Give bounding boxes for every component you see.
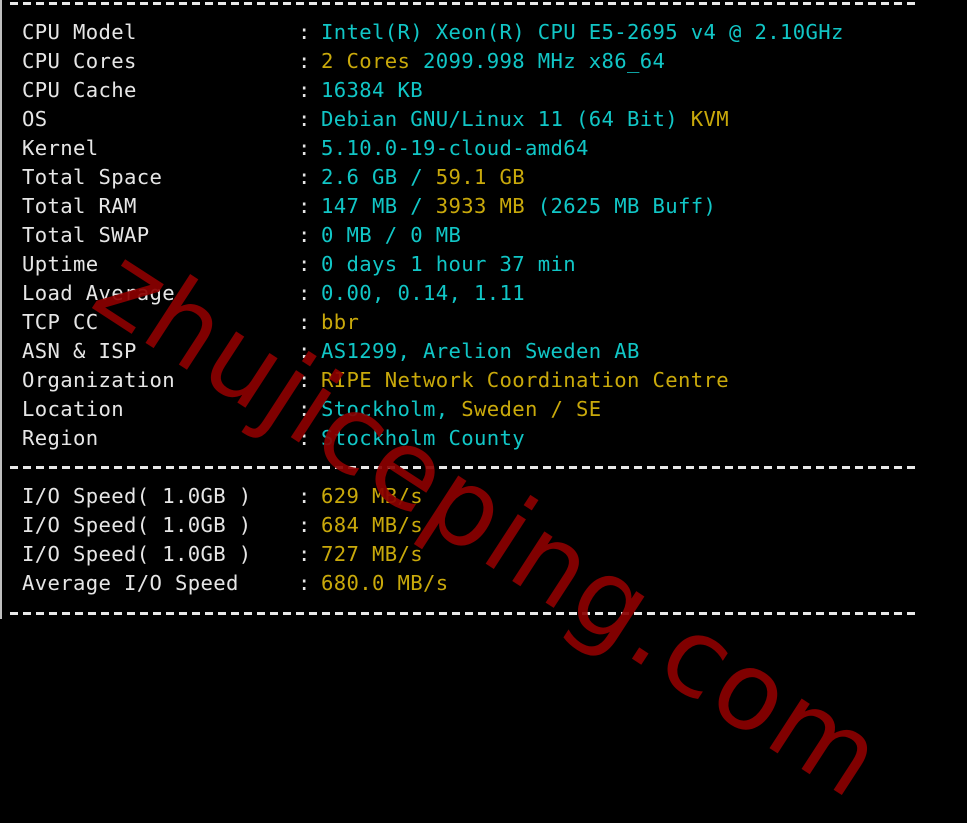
row-value: Stockholm, Sweden / SE [321,395,601,424]
row-value: 727 MB/s [321,540,423,569]
row-separator: : [298,542,311,566]
row-label: Average I/O Speed [22,571,239,595]
row-label: TCP CC [22,310,99,334]
value-segment: Intel(R) Xeon(R) CPU E5-2695 v4 @ 2.10GH… [321,20,844,44]
row-separator: : [298,281,311,305]
row-separator: : [298,339,311,363]
row-value: 2.6 GB / 59.1 GB [321,163,525,192]
dashed-divider-bottom [10,612,920,615]
row-label: Region [22,426,99,450]
value-segment: Debian GNU/Linux 11 (64 Bit) [321,107,678,131]
row-label: I/O Speed( 1.0GB ) [22,542,252,566]
row-value: 629 MB/s [321,482,423,511]
row-label: I/O Speed( 1.0GB ) [22,484,252,508]
row-label: Location [22,397,124,421]
row-separator: : [298,571,311,595]
row-value: 0 days 1 hour 37 min [321,250,576,279]
row-separator: : [298,368,311,392]
value-segment: 16384 KB [321,78,423,102]
row-value: 0.00, 0.14, 1.11 [321,279,525,308]
value-segment: KVM [677,107,729,131]
row-separator: : [298,136,311,160]
terminal-window: CPU Model: Intel(R) Xeon(R) CPU E5-2695 v… [0,0,967,823]
value-segment: (2625 MB Buff) [525,194,717,218]
row-value: 680.0 MB/s [321,569,449,598]
value-segment: 5.10.0-19-cloud-amd64 [321,136,589,160]
value-segment: 3933 MB [435,194,525,218]
value-segment: 59.1 GB [435,165,525,189]
row-separator: : [298,426,311,450]
value-segment: Stockholm, [321,397,462,421]
value-segment: 0.00, 0.14, 1.11 [321,281,525,305]
row-value: 0 MB / 0 MB [321,221,461,250]
value-segment: AS1299, Arelion Sweden AB [321,339,640,363]
dashed-divider-top [10,2,920,5]
value-segment: 727 MB/s [321,542,423,566]
value-segment: 147 MB / [321,194,436,218]
value-segment: Stockholm County [321,426,525,450]
row-label: CPU Cores [22,49,137,73]
row-value: 5.10.0-19-cloud-amd64 [321,134,589,163]
value-segment: 680.0 MB/s [321,571,449,595]
row-value: bbr [321,308,359,337]
row-value: Debian GNU/Linux 11 (64 Bit) KVM [321,105,729,134]
row-separator: : [298,20,311,44]
row-separator: : [298,513,311,537]
value-segment: RIPE Network Coordination Centre [321,368,729,392]
value-segment: 684 MB/s [321,513,423,537]
row-label: Total Space [22,165,163,189]
value-segment: bbr [321,310,360,334]
row-separator: : [298,310,311,334]
row-label: OS [22,107,48,131]
row-label: Kernel [22,136,99,160]
row-value: 147 MB / 3933 MB (2625 MB Buff) [321,192,716,221]
dashed-divider-middle [10,466,920,469]
row-value: 16384 KB [321,76,423,105]
row-label: Total SWAP [22,223,150,247]
row-label: Load Average [22,281,175,305]
row-value: 2 Cores 2099.998 MHz x86_64 [321,47,665,76]
row-label: ASN & ISP [22,339,137,363]
row-separator: : [298,223,311,247]
row-label: I/O Speed( 1.0GB ) [22,513,252,537]
row-label: Organization [22,368,175,392]
row-separator: : [298,484,311,508]
value-segment: 2.6 GB / [321,165,436,189]
row-label: Uptime [22,252,99,276]
row-separator: : [298,194,311,218]
row-separator: : [298,78,311,102]
value-segment: 0 MB / 0 MB [321,223,462,247]
value-segment: 629 MB/s [321,484,423,508]
value-segment: Sweden / SE [461,397,602,421]
row-label: CPU Model [22,20,137,44]
row-separator: : [298,49,311,73]
row-separator: : [298,252,311,276]
row-value: RIPE Network Coordination Centre [321,366,729,395]
row-label: Total RAM [22,194,137,218]
value-segment: 2099.998 MHz x86_64 [410,49,666,73]
row-value: Stockholm County [321,424,525,453]
value-segment: 0 days 1 hour 37 min [321,252,576,276]
row-separator: : [298,165,311,189]
row-label: CPU Cache [22,78,137,102]
row-separator: : [298,107,311,131]
row-value: AS1299, Arelion Sweden AB [321,337,640,366]
value-segment: 2 Cores [321,49,411,73]
row-value: 684 MB/s [321,511,423,540]
row-value: Intel(R) Xeon(R) CPU E5-2695 v4 @ 2.10GH… [321,18,844,47]
row-separator: : [298,397,311,421]
